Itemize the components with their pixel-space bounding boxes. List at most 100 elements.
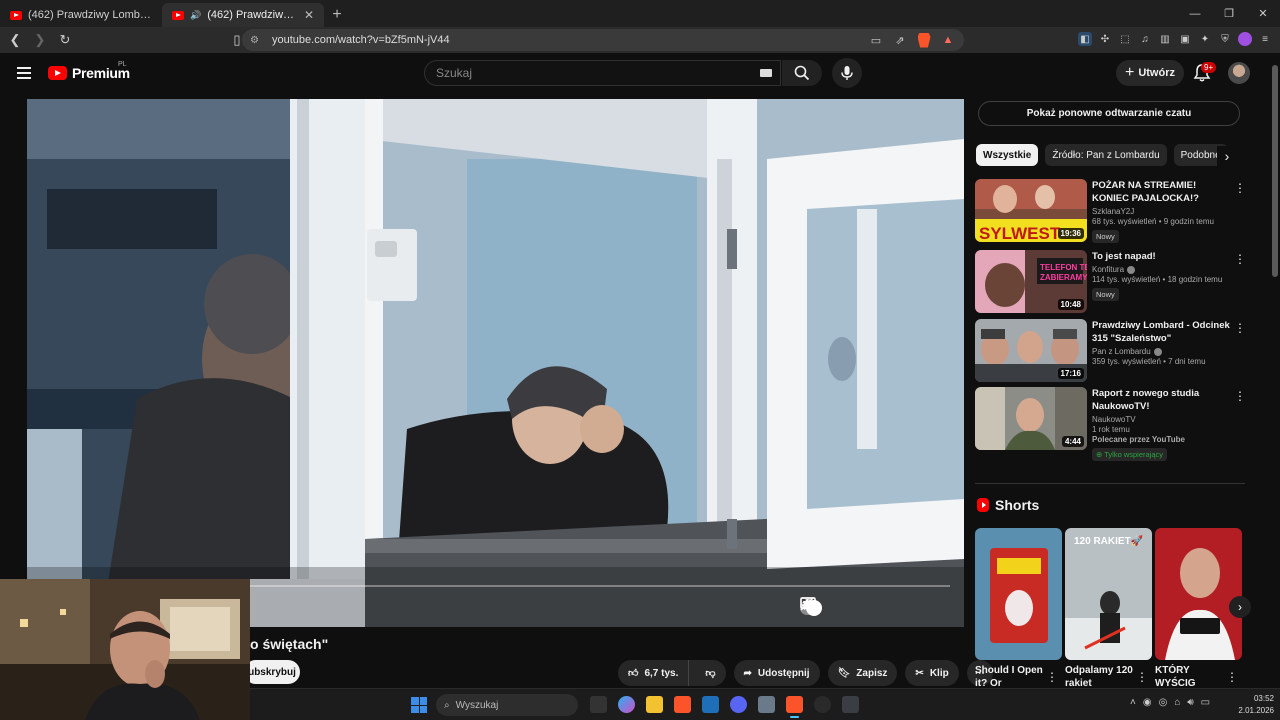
store-icon[interactable]: [702, 696, 719, 713]
voice-search-button[interactable]: [832, 58, 862, 88]
more-vertical-icon[interactable]: ⋮: [1226, 670, 1238, 684]
task-view-icon[interactable]: [590, 696, 607, 713]
puzzle-icon[interactable]: ✣: [1098, 32, 1112, 46]
video-thumbnail[interactable]: 4:44: [975, 387, 1087, 450]
chip-source[interactable]: Źródło: Pan z Lombardu: [1045, 144, 1167, 166]
channel-name[interactable]: Pan z Lombardu: [1092, 347, 1230, 356]
short-title[interactable]: Odpalamy 120 rakiet: [1065, 664, 1135, 690]
copilot-icon[interactable]: [618, 696, 635, 713]
address-bar[interactable]: ⚙ youtube.com/watch?v=bZf5mN-jV44 ▭ ⇗ ▲: [242, 29, 964, 51]
extension-icon[interactable]: ◧: [1078, 32, 1092, 46]
reload-button[interactable]: ↻: [55, 32, 75, 48]
search-input[interactable]: [425, 61, 745, 85]
more-vertical-icon[interactable]: ⋮: [1234, 252, 1246, 266]
menu-icon[interactable]: [17, 67, 31, 79]
new-tab-button[interactable]: +: [324, 3, 350, 27]
cast-icon[interactable]: ▭: [868, 32, 884, 48]
recommendation-item[interactable]: 4:44 Raport z nowego studia NaukowoTV! N…: [975, 387, 1246, 461]
video-title[interactable]: To jest napad!: [1092, 250, 1230, 263]
channel-name[interactable]: Konfitura: [1092, 265, 1230, 274]
sidebar-icon[interactable]: ▥: [1158, 32, 1172, 46]
tab-1[interactable]: (462) Prawdziwy Lombard - Odcinek: [0, 3, 162, 27]
page-scrollbar[interactable]: [1270, 53, 1280, 688]
profile-icon[interactable]: [1238, 32, 1252, 46]
search-button[interactable]: [782, 60, 822, 86]
back-button[interactable]: ❮: [5, 32, 25, 48]
battery-icon[interactable]: ▭: [1201, 697, 1210, 708]
channel-name[interactable]: SzklanaY2J: [1092, 207, 1230, 216]
music-icon[interactable]: ♫: [1138, 32, 1152, 46]
channel-name[interactable]: NaukowoTV: [1092, 415, 1230, 424]
save-button[interactable]: 🔖︎ Zapisz: [827, 660, 898, 686]
account-avatar[interactable]: [1228, 62, 1250, 84]
close-window-button[interactable]: ✕: [1246, 0, 1280, 27]
more-vertical-icon[interactable]: ⋮: [1234, 321, 1246, 335]
chat-replay-button[interactable]: Pokaż ponowne odtwarzanie czatu: [978, 101, 1240, 126]
more-vertical-icon[interactable]: ⋮: [1136, 670, 1148, 684]
file-explorer-icon[interactable]: [646, 696, 663, 713]
share-icon[interactable]: ⇗: [892, 32, 908, 48]
clip-button[interactable]: ✂ Klip: [905, 660, 959, 686]
video-title[interactable]: Prawdziwy Lombard - Odcinek 315 "Szaleńs…: [1092, 319, 1230, 345]
speaker-icon[interactable]: 🔊: [190, 10, 201, 21]
recommendation-item[interactable]: TELEFON TEŻZABIERAMY 10:48 To jest napad…: [975, 250, 1246, 314]
screenshot-icon[interactable]: ⬚: [1118, 32, 1132, 46]
video-thumbnail[interactable]: TELEFON TEŻZABIERAMY 10:48: [975, 250, 1087, 313]
more-vertical-icon[interactable]: ⋮: [1234, 389, 1246, 403]
restore-button[interactable]: ❐: [1212, 0, 1246, 27]
recommendation-item[interactable]: SYLWEST 19:36 POŻAR NA STREAMIE! KONIEC …: [975, 179, 1246, 243]
settings-gear-icon[interactable]: [802, 597, 886, 619]
forward-button[interactable]: ❯: [30, 32, 50, 48]
app-icon[interactable]: [842, 696, 859, 713]
site-info-icon[interactable]: ⚙: [250, 35, 266, 46]
volume-icon[interactable]: 🔊︎: [1187, 697, 1193, 708]
short-thumbnail[interactable]: [975, 528, 1062, 660]
short-thumbnail[interactable]: [1155, 528, 1242, 660]
short-thumbnail[interactable]: 120 RAKIET🚀: [1065, 528, 1152, 660]
tab-2[interactable]: 🔊 (462) Prawdziwy Lombard - O ✕: [162, 3, 324, 27]
network-icon[interactable]: ⌂: [1174, 697, 1180, 708]
keyboard-icon[interactable]: [760, 69, 772, 77]
dislike-button[interactable]: 👎︎: [695, 660, 725, 686]
fullscreen-exit-icon[interactable]: [800, 597, 950, 619]
subtitles-icon[interactable]: [800, 597, 854, 619]
subscribe-button[interactable]: ubskrybuj: [244, 660, 300, 684]
taskbar-search[interactable]: ⌕ Wyszukaj: [436, 694, 578, 716]
video-title[interactable]: POŻAR NA STREAMIE! KONIEC PAJALOCKA!? DR…: [1092, 179, 1230, 205]
steam-icon[interactable]: ◎: [1159, 697, 1168, 708]
more-vertical-icon[interactable]: ⋮: [1046, 670, 1058, 684]
obs-icon[interactable]: [814, 696, 831, 713]
discord-icon[interactable]: [730, 696, 747, 713]
theater-mode-icon[interactable]: [800, 597, 918, 619]
chip-all[interactable]: Wszystkie: [976, 144, 1039, 166]
more-vertical-icon[interactable]: ⋮: [1234, 181, 1246, 195]
share-button[interactable]: ➦ Udostępnij: [733, 660, 820, 686]
brave-rewards-icon[interactable]: ▲: [940, 32, 956, 48]
menu-icon[interactable]: ≡: [1258, 32, 1272, 46]
close-tab-icon[interactable]: ✕: [304, 8, 314, 22]
leo-ai-icon[interactable]: ✦: [1198, 32, 1212, 46]
clock[interactable]: 03:52 2.01.2026: [1230, 693, 1274, 717]
brave-browser-icon[interactable]: [674, 696, 691, 713]
video-thumbnail[interactable]: 17:16: [975, 319, 1087, 382]
minimize-button[interactable]: —: [1178, 0, 1212, 27]
chevron-up-icon[interactable]: ˄: [1130, 697, 1136, 708]
short-title[interactable]: KTÓRY WYŚCIG: [1155, 664, 1225, 690]
video-thumbnail[interactable]: SYLWEST 19:36: [975, 179, 1087, 242]
scrollbar-thumb[interactable]: [1272, 65, 1278, 277]
youtube-premium-logo[interactable]: Premium PL: [48, 61, 130, 81]
tray-app-icon[interactable]: ◉: [1143, 697, 1152, 708]
progress-bar[interactable]: [250, 585, 950, 587]
calculator-icon[interactable]: [758, 696, 775, 713]
vpn-icon[interactable]: ⛨: [1218, 32, 1232, 46]
create-button[interactable]: + Utwórz: [1116, 60, 1184, 86]
chevron-right-icon[interactable]: ›: [1217, 146, 1237, 166]
brave-browser-active-icon[interactable]: [786, 696, 803, 718]
short-title[interactable]: Should I Open it? Or: [975, 664, 1045, 690]
brave-shields-icon[interactable]: [916, 32, 932, 48]
like-button[interactable]: 👍︎ 6,7 tys.: [618, 660, 690, 686]
windows-start-icon[interactable]: [411, 697, 427, 713]
video-title[interactable]: Raport z nowego studia NaukowoTV!: [1092, 387, 1230, 413]
recommendation-item[interactable]: 17:16 Prawdziwy Lombard - Odcinek 315 "S…: [975, 319, 1246, 383]
video-player[interactable]: [27, 99, 964, 627]
